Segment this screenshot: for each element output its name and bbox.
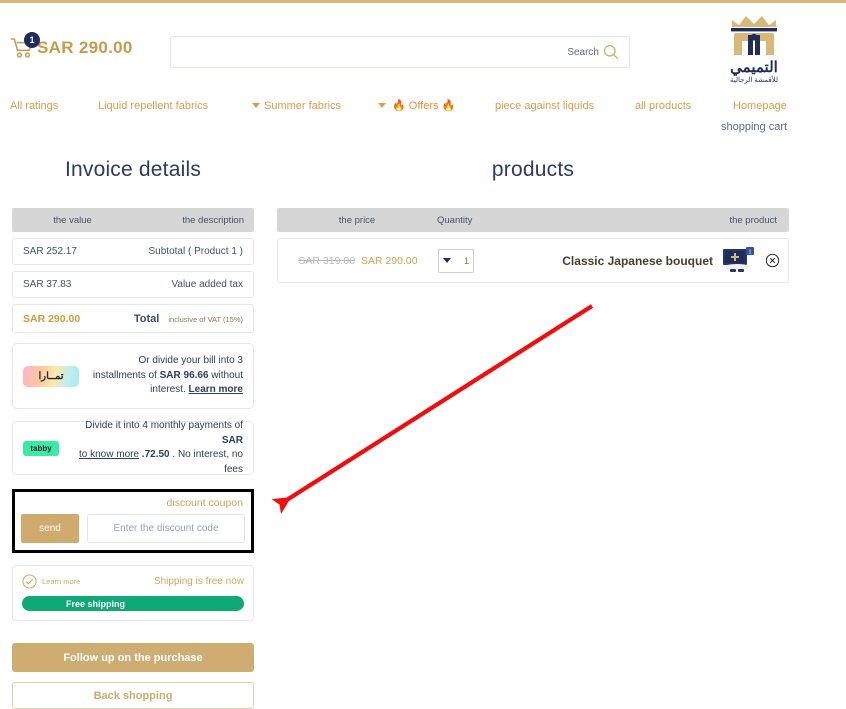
brand-name-arabic: التميمي [730, 59, 778, 76]
cart-summary[interactable]: 1 SAR 290.00 [10, 32, 133, 63]
shipping-status-row: Learn more Shipping is free now [22, 574, 244, 589]
product-name[interactable]: Classic Japanese bouquet [562, 254, 713, 268]
product-new-price: SAR 290.00 [360, 254, 418, 267]
invoice-total-label: Total [133, 312, 160, 325]
nav-item-homepage[interactable]: Homepage [733, 96, 787, 116]
table-row: SAR 319.00 SAR 290.00 1 Classic Japanese… [277, 238, 789, 283]
nav-item-liquid-repellent-fabrics[interactable]: Liquid repellent fabrics [98, 96, 208, 116]
invoice-header-value: the value [53, 214, 92, 226]
flame-icon-left: 🔥 [392, 100, 406, 112]
discount-coupon-section: discount coupon send [12, 489, 254, 553]
cart-badge-count: 1 [24, 32, 40, 48]
product-old-price: SAR 319.00 [298, 254, 356, 267]
tamara-line-2-pre: installments of [92, 369, 160, 381]
invoice-row-value: SAR 37.83 [23, 279, 72, 290]
shipping-learn-more-link[interactable]: Learn more [42, 577, 80, 586]
free-shipping-bar-label: Free shipping [66, 598, 126, 609]
search-bar[interactable]: Search [170, 36, 630, 68]
shipping-free-status: Shipping is free now [153, 576, 244, 587]
product-price-cell: SAR 319.00 SAR 290.00 [278, 255, 438, 267]
free-shipping-progress-bar: Free shipping [22, 596, 244, 611]
follow-up-purchase-button[interactable]: Follow up on the purchase [12, 643, 254, 672]
nav-item-offers-label: Offers [408, 100, 439, 112]
nav-item-summer-fabrics[interactable]: Summer fabrics [264, 96, 341, 116]
product-quantity-cell: 1 [438, 248, 528, 273]
invoice-row-description: Subtotal ( Product 1 ) [148, 246, 244, 257]
products-header-product: the product [729, 214, 777, 226]
free-shipping-box: Learn more Shipping is free now Free shi… [12, 565, 254, 621]
breadcrumb: shopping cart [721, 121, 788, 133]
invoice-row-value: SAR 252.17 [23, 246, 77, 257]
tabby-installment-box[interactable]: tabby Divide it into 4 monthly payments … [12, 419, 254, 477]
invoice-header-description: the description [182, 214, 244, 226]
tabby-know-more-link[interactable]: to know more [79, 449, 139, 460]
shipping-left-group[interactable]: Learn more [22, 574, 80, 589]
invoice-row-description: Value added tax [171, 279, 243, 290]
invoice-total-label-group: Total inclusive of VAT (15%) [134, 313, 243, 325]
product-thumbnail-icon[interactable]: 1 [721, 246, 755, 276]
nav-item-all-ratings[interactable]: All ratings [10, 96, 58, 116]
search-icon[interactable] [603, 44, 629, 60]
tabby-description: Divide it into 4 monthly payments of SAR… [59, 419, 243, 477]
flame-icon-right: 🔥 [441, 100, 456, 112]
page-root: 1 SAR 290.00 Search التميمي للأقمشة الرج… [0, 0, 846, 709]
arrow-line [271, 304, 594, 515]
check-circle-icon [22, 574, 37, 589]
table-row: SAR 37.83 Value added tax [12, 271, 254, 298]
discount-code-input[interactable] [87, 514, 245, 543]
tamara-line-2-post: without [208, 369, 243, 381]
invoice-details-panel: Invoice details the value the descriptio… [12, 158, 254, 709]
chevron-down-icon [443, 258, 451, 263]
tamara-logo-icon: تمــارا [23, 365, 79, 387]
brand-tagline-arabic: للأقمشة الرجالية [729, 77, 779, 84]
cart-total-amount: SAR 290.00 [37, 38, 133, 57]
products-header-quantity: Quantity [437, 214, 473, 226]
send-coupon-button[interactable]: send [21, 514, 79, 543]
products-panel-title: products [491, 158, 575, 181]
quantity-value: 1 [463, 255, 469, 266]
remove-product-button[interactable] [765, 253, 780, 268]
table-row: SAR 252.17 Subtotal ( Product 1 ) [12, 238, 254, 265]
tabby-logo-icon: tabby [23, 440, 59, 456]
tabby-amount: .72.50 [139, 449, 170, 460]
tamara-installment-box[interactable]: تمــارا Or divide your bill into 3 insta… [12, 343, 254, 409]
invoice-total-value: SAR 290.00 [23, 312, 81, 325]
crown-arch-logo-icon [731, 16, 777, 55]
invoice-total-row: SAR 290.00 Total inclusive of VAT (15%) [12, 304, 254, 333]
site-header: 1 SAR 290.00 Search التميمي للأقمشة الرج… [0, 3, 846, 91]
discount-coupon-row: send [21, 514, 245, 543]
tamara-description: Or divide your bill into 3 installments … [79, 354, 243, 398]
tamara-line-1: Or divide your bill into 3 [138, 355, 244, 367]
products-panel: products the price Quantity the product … [277, 158, 789, 283]
nav-item-piece-against-liquids[interactable]: piece against liquids [495, 96, 594, 116]
tabby-currency: SAR [221, 434, 243, 446]
svg-text:1: 1 [749, 249, 752, 255]
remove-circle-icon [765, 253, 780, 268]
chevron-down-icon-summer[interactable] [252, 103, 260, 108]
tamara-learn-more-link[interactable]: Learn more [189, 384, 243, 395]
product-info-cell: Classic Japanese bouquet 1 [528, 246, 788, 276]
nav-item-offers[interactable]: 🔥 Offers 🔥 [392, 96, 455, 116]
products-table-header: the price Quantity the product [277, 208, 789, 232]
quantity-select[interactable]: 1 [438, 248, 474, 273]
back-shopping-button[interactable]: Back shopping [12, 682, 254, 709]
tamara-line-3-pre: interest. [150, 384, 189, 396]
search-label: Search [567, 46, 599, 58]
main-navigation: All ratings Liquid repellent fabrics Sum… [0, 96, 846, 133]
invoice-table-header: the value the description [12, 208, 254, 232]
tabby-line-2-post: . No interest, no fees [169, 449, 243, 475]
tamara-amount: SAR 96.66 [159, 369, 209, 381]
nav-item-all-products[interactable]: all products [635, 96, 691, 116]
tabby-line-1-pre: Divide it into 4 monthly payments of [85, 420, 243, 431]
chevron-down-icon-offers[interactable] [378, 103, 386, 108]
brand-logo[interactable]: التميمي للأقمشة الرجالية [710, 11, 798, 84]
discount-coupon-label: discount coupon [166, 497, 243, 509]
invoice-panel-title: Invoice details [64, 158, 202, 181]
search-input[interactable] [171, 37, 568, 67]
products-header-price: the price [338, 214, 376, 226]
invoice-vat-note: inclusive of VAT (15%) [168, 314, 243, 324]
shopping-cart-icon[interactable]: 1 [10, 32, 40, 60]
